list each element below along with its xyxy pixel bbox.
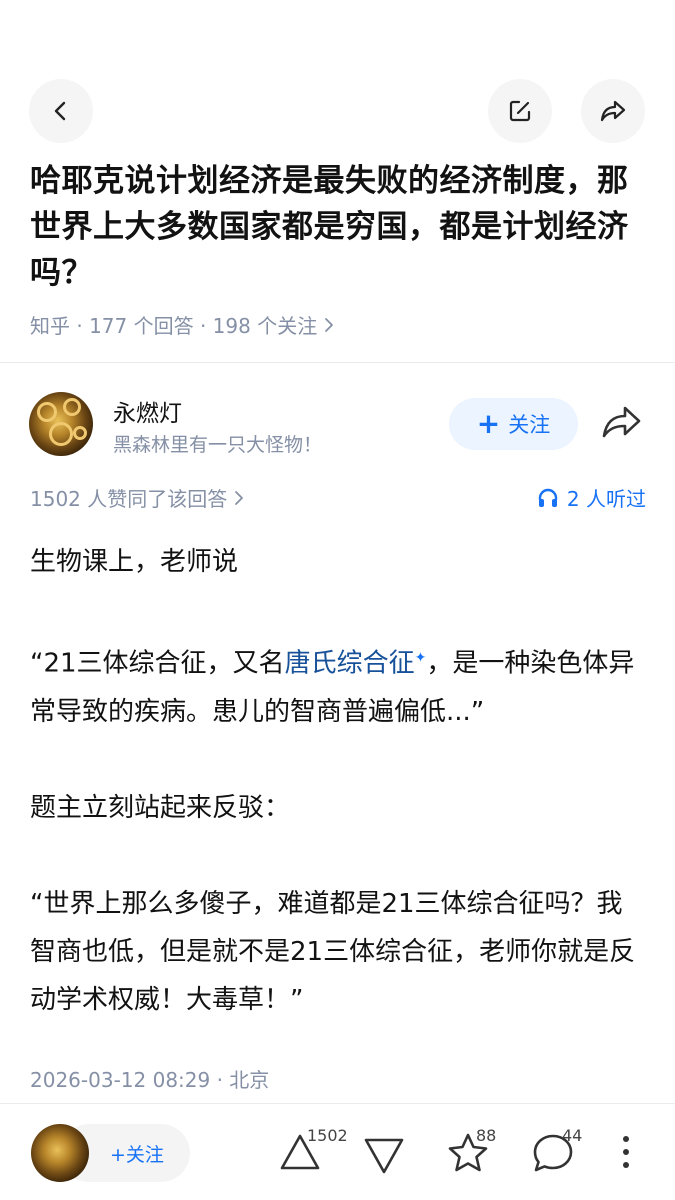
edit-button[interactable] xyxy=(488,79,552,143)
share-button[interactable] xyxy=(581,79,645,143)
question-meta[interactable]: 知乎 · 177 个回答 · 198 个关注 xyxy=(30,310,650,339)
triangle-down-icon xyxy=(364,1138,404,1174)
question-meta-text: 知乎 · 177 个回答 · 198 个关注 xyxy=(30,314,318,338)
paragraph: “21三体综合征，又名唐氏综合征✦，是一种染色体异常导致的疾病。患儿的智商普遍偏… xyxy=(30,634,645,736)
favorite-count: 88 xyxy=(476,1126,497,1145)
downvote-button[interactable] xyxy=(362,1136,406,1180)
author-row: 永燃灯 黑森林里有一只大怪物！ + 关注 xyxy=(29,392,649,458)
chevron-right-icon xyxy=(235,490,244,505)
agree-text: 1502 人赞同了该回答 xyxy=(30,487,228,511)
author-name[interactable]: 永燃灯 xyxy=(113,394,182,428)
edit-icon xyxy=(509,100,531,122)
bottom-action-bar: +关注 1502 88 44 xyxy=(0,1103,675,1200)
paragraph: “世界上那么多傻子，难道都是21三体综合征吗？我智商也低，但是就不是21三体综合… xyxy=(30,888,636,1015)
listeners-text: 2 人听过 xyxy=(566,487,646,511)
listen-button[interactable]: 2 人听过 xyxy=(537,483,646,512)
author-bio: 黑森林里有一只大怪物！ xyxy=(113,434,323,456)
avatar[interactable] xyxy=(31,1124,89,1182)
share-answer-button[interactable] xyxy=(601,404,643,444)
comment-count: 44 xyxy=(562,1126,583,1145)
chevron-left-icon xyxy=(54,101,66,121)
avatar[interactable] xyxy=(29,392,93,456)
down-syndrome-link[interactable]: 唐氏综合征 xyxy=(285,649,415,679)
back-button[interactable] xyxy=(29,79,93,143)
question-title[interactable]: 哈耶克说计划经济是最失败的经济制度，那世界上大多数国家都是穷国，都是计划经济吗？ xyxy=(30,158,650,296)
question-header: 哈耶克说计划经济是最失败的经济制度，那世界上大多数国家都是穷国，都是计划经济吗？… xyxy=(30,158,650,339)
paragraph-text: “21三体综合征，又名 xyxy=(30,648,285,679)
answer-content: 生物课上，老师说 “21三体综合征，又名唐氏综合征✦，是一种染色体异常导致的疾病… xyxy=(30,538,645,1072)
follow-label: 关注 xyxy=(508,413,551,437)
divider xyxy=(0,362,675,363)
top-bar xyxy=(0,0,675,150)
answer-timestamp: 2026-03-12 08:29 · 北京 xyxy=(30,1068,270,1092)
agree-count[interactable]: 1502 人赞同了该回答 xyxy=(30,483,245,512)
share-icon xyxy=(600,100,626,122)
follow-button[interactable]: + 关注 xyxy=(449,398,578,450)
paragraph: 生物课上，老师说 xyxy=(30,547,239,577)
sparkle-icon: ✦ xyxy=(414,650,427,666)
chevron-right-icon xyxy=(325,317,334,332)
plus-icon: + xyxy=(476,407,501,440)
headphones-icon xyxy=(538,488,558,507)
more-button[interactable] xyxy=(616,1134,636,1174)
answer-stats: 1502 人赞同了该回答 2 人听过 xyxy=(30,483,646,513)
share-icon xyxy=(602,406,641,438)
more-vertical-icon xyxy=(623,1136,629,1168)
upvote-count: 1502 xyxy=(307,1126,348,1145)
paragraph: 题主立刻站起来反驳： xyxy=(30,792,291,823)
